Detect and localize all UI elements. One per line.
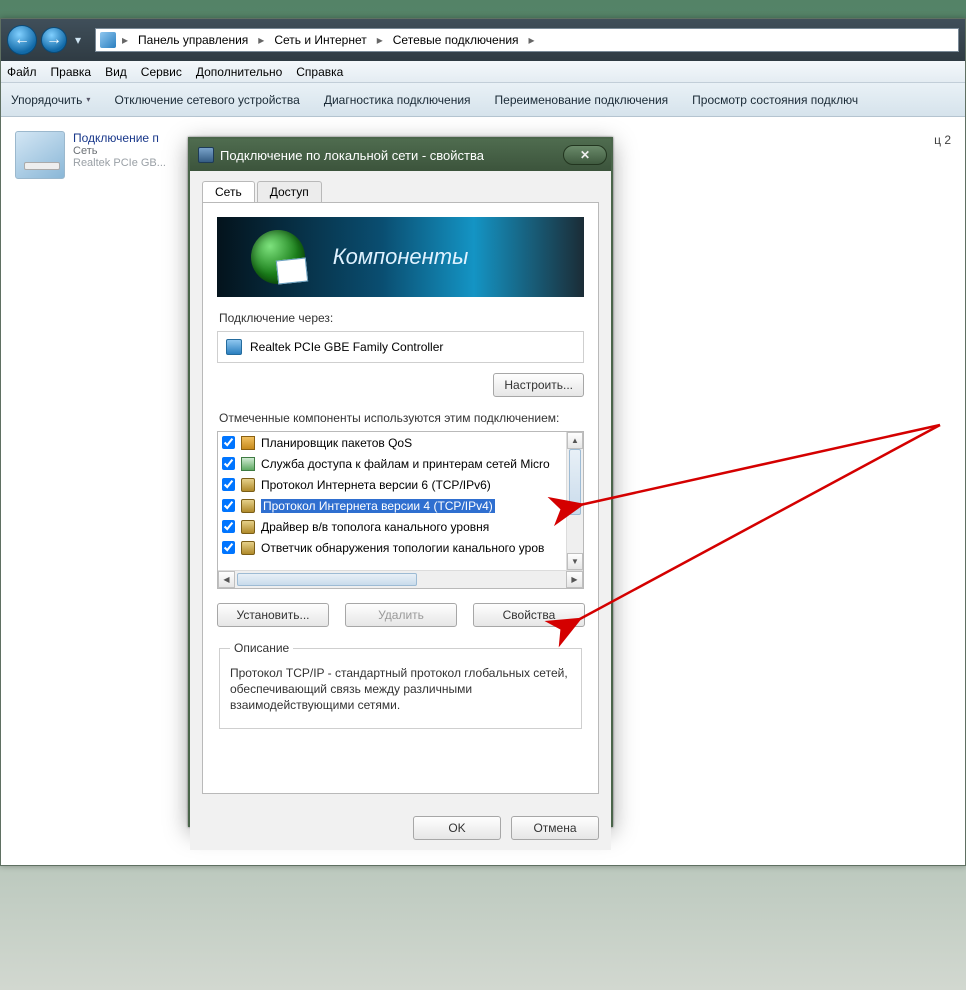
- breadcrumb-item[interactable]: Сетевые подключения: [389, 33, 523, 47]
- menu-file[interactable]: Файл: [7, 65, 37, 79]
- dialog-footer: OK Отмена: [190, 806, 611, 850]
- chevron-right-icon: ▸: [527, 33, 537, 47]
- menu-edit[interactable]: Правка: [51, 65, 92, 79]
- component-label: Служба доступа к файлам и принтерам сете…: [261, 457, 550, 471]
- component-checkbox[interactable]: [222, 499, 235, 512]
- sched-icon: [241, 436, 255, 450]
- organize-button[interactable]: Упорядочить▾: [11, 93, 90, 107]
- component-item[interactable]: Служба доступа к файлам и принтерам сете…: [218, 453, 566, 474]
- menu-help[interactable]: Справка: [296, 65, 343, 79]
- breadcrumb-item[interactable]: Сеть и Интернет: [270, 33, 370, 47]
- menu-bar: Файл Правка Вид Сервис Дополнительно Спр…: [1, 61, 965, 83]
- chevron-right-icon: ▸: [375, 33, 385, 47]
- banner-text: Компоненты: [333, 244, 469, 270]
- share-icon: [241, 457, 255, 471]
- component-checkbox[interactable]: [222, 436, 235, 449]
- nav-chrome: ← → ▾ ▸ Панель управления ▸ Сеть и Интер…: [1, 19, 965, 61]
- components-listbox[interactable]: Планировщик пакетов QoS Служба доступа к …: [217, 431, 584, 589]
- connection-item[interactable]: Подключение п Сеть Realtek PCIe GB...: [15, 131, 185, 851]
- diagnose-button[interactable]: Диагностика подключения: [324, 93, 471, 107]
- breadcrumb-item[interactable]: Панель управления: [134, 33, 252, 47]
- component-label: Протокол Интернета версии 4 (TCP/IPv4): [261, 499, 495, 513]
- component-checkbox[interactable]: [222, 478, 235, 491]
- tab-panel-network: Компоненты Подключение через: Realtek PC…: [202, 202, 599, 794]
- location-icon: [100, 32, 116, 48]
- configure-button[interactable]: Настроить...: [493, 373, 584, 397]
- component-checkbox[interactable]: [222, 520, 235, 533]
- command-bar: Упорядочить▾ Отключение сетевого устройс…: [1, 83, 965, 117]
- network-icon: [198, 147, 214, 163]
- scroll-left-icon[interactable]: ◀: [218, 571, 235, 588]
- component-checkbox[interactable]: [222, 457, 235, 470]
- proto-icon: [241, 478, 255, 492]
- component-label: Планировщик пакетов QoS: [261, 436, 412, 450]
- connection-device: Realtek PCIe GB...: [73, 157, 166, 169]
- checklist-icon: [276, 257, 308, 284]
- scroll-down-icon[interactable]: ▼: [567, 553, 583, 570]
- connect-using-label: Подключение через:: [219, 311, 584, 325]
- forward-button[interactable]: →: [41, 27, 67, 53]
- network-adapter-icon: [15, 131, 65, 179]
- disable-device-button[interactable]: Отключение сетевого устройства: [114, 93, 299, 107]
- connection-item-partial: ц 2: [934, 131, 951, 851]
- dialog-title: Подключение по локальной сети - свойства: [220, 148, 484, 163]
- components-label: Отмеченные компоненты используются этим …: [219, 411, 584, 425]
- connection-name: Подключение п: [73, 131, 166, 145]
- install-button[interactable]: Установить...: [217, 603, 329, 627]
- component-item[interactable]: Планировщик пакетов QoS: [218, 432, 566, 453]
- properties-dialog: Подключение по локальной сети - свойства…: [188, 137, 613, 827]
- component-item[interactable]: Ответчик обнаружения топологии канальног…: [218, 537, 566, 558]
- menu-view[interactable]: Вид: [105, 65, 127, 79]
- scroll-right-icon[interactable]: ▶: [566, 571, 583, 588]
- component-label: Ответчик обнаружения топологии канальног…: [261, 541, 544, 555]
- close-icon: ✕: [580, 148, 590, 162]
- chevron-right-icon: ▸: [120, 33, 130, 47]
- scroll-thumb[interactable]: [237, 573, 417, 586]
- proto-icon: [241, 541, 255, 555]
- close-button[interactable]: ✕: [563, 145, 607, 165]
- tab-sharing[interactable]: Доступ: [257, 181, 322, 202]
- view-status-button[interactable]: Просмотр состояния подключ: [692, 93, 858, 107]
- description-text: Протокол TCP/IP - стандартный протокол г…: [230, 665, 571, 714]
- nic-icon: [226, 339, 242, 355]
- scroll-up-icon[interactable]: ▲: [567, 432, 583, 449]
- menu-advanced[interactable]: Дополнительно: [196, 65, 282, 79]
- menu-tools[interactable]: Сервис: [141, 65, 182, 79]
- ok-button[interactable]: OK: [413, 816, 501, 840]
- address-bar[interactable]: ▸ Панель управления ▸ Сеть и Интернет ▸ …: [95, 28, 959, 52]
- tab-network[interactable]: Сеть: [202, 181, 255, 203]
- component-item[interactable]: Протокол Интернета версии 4 (TCP/IPv4): [218, 495, 566, 516]
- component-item[interactable]: Драйвер в/в тополога канального уровня: [218, 516, 566, 537]
- connection-status: Сеть: [73, 145, 166, 157]
- horizontal-scrollbar[interactable]: ◀ ▶: [218, 570, 583, 588]
- component-label: Драйвер в/в тополога канального уровня: [261, 520, 489, 534]
- uninstall-button: Удалить: [345, 603, 457, 627]
- rename-button[interactable]: Переименование подключения: [495, 93, 669, 107]
- component-item[interactable]: Протокол Интернета версии 6 (TCP/IPv6): [218, 474, 566, 495]
- description-group: Описание Протокол TCP/IP - стандартный п…: [219, 641, 582, 729]
- chevron-right-icon: ▸: [256, 33, 266, 47]
- nav-history-dropdown[interactable]: ▾: [71, 25, 85, 55]
- proto-icon: [241, 499, 255, 513]
- properties-button[interactable]: Свойства: [473, 603, 585, 627]
- vertical-scrollbar[interactable]: ▲ ▼: [566, 432, 583, 570]
- proto-icon: [241, 520, 255, 534]
- back-button[interactable]: ←: [7, 25, 37, 55]
- component-checkbox[interactable]: [222, 541, 235, 554]
- description-heading: Описание: [230, 641, 293, 655]
- dialog-titlebar[interactable]: Подключение по локальной сети - свойства…: [190, 139, 611, 171]
- cancel-button[interactable]: Отмена: [511, 816, 599, 840]
- adapter-field: Realtek PCIe GBE Family Controller: [217, 331, 584, 363]
- components-banner: Компоненты: [217, 217, 584, 297]
- adapter-name: Realtek PCIe GBE Family Controller: [250, 340, 443, 354]
- tab-strip: Сеть Доступ: [202, 179, 599, 203]
- scroll-thumb[interactable]: [569, 449, 581, 515]
- component-label: Протокол Интернета версии 6 (TCP/IPv6): [261, 478, 491, 492]
